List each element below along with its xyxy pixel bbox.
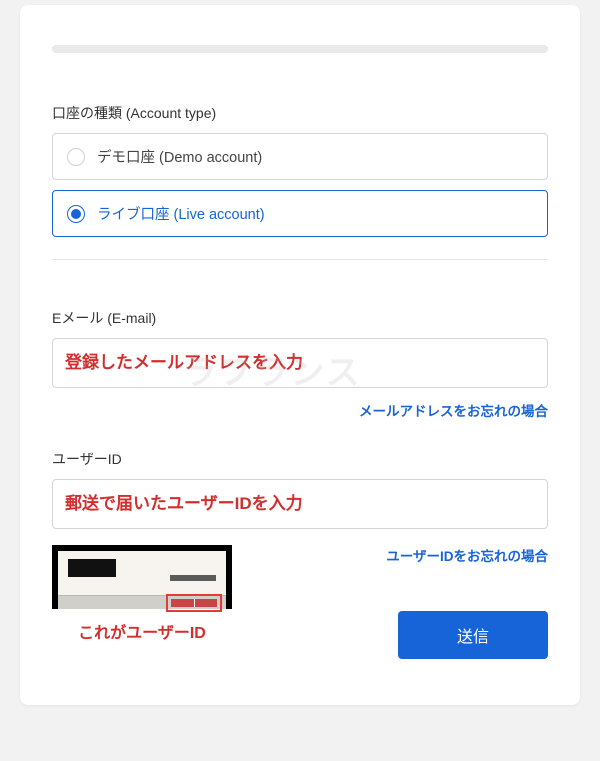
account-type-live-option[interactable]: ライブ口座 (Live account) (52, 190, 548, 237)
userid-label: ユーザーID (52, 449, 548, 469)
forgot-userid-link[interactable]: ユーザーIDをお忘れの場合 (386, 545, 548, 565)
login-form-card: ラフランス 口座の種類 (Account type) デモ口座 (Demo ac… (20, 5, 580, 705)
radio-selected-icon (67, 205, 85, 223)
userid-input[interactable] (52, 479, 548, 529)
userid-image-caption: これがユーザーID (52, 619, 232, 643)
submit-button[interactable]: 送信 (398, 611, 548, 659)
radio-unselected-icon (67, 148, 85, 166)
demo-account-label: デモ口座 (Demo account) (97, 146, 262, 167)
account-type-demo-option[interactable]: デモ口座 (Demo account) (52, 133, 548, 180)
userid-envelope-image (52, 545, 232, 609)
email-label: Eメール (E-mail) (52, 308, 548, 328)
top-progress-bar (52, 45, 548, 53)
email-input[interactable] (52, 338, 548, 388)
section-divider (52, 259, 548, 260)
live-account-label: ライブ口座 (Live account) (97, 203, 265, 224)
account-type-label: 口座の種類 (Account type) (52, 103, 548, 123)
forgot-email-link[interactable]: メールアドレスをお忘れの場合 (359, 404, 548, 419)
